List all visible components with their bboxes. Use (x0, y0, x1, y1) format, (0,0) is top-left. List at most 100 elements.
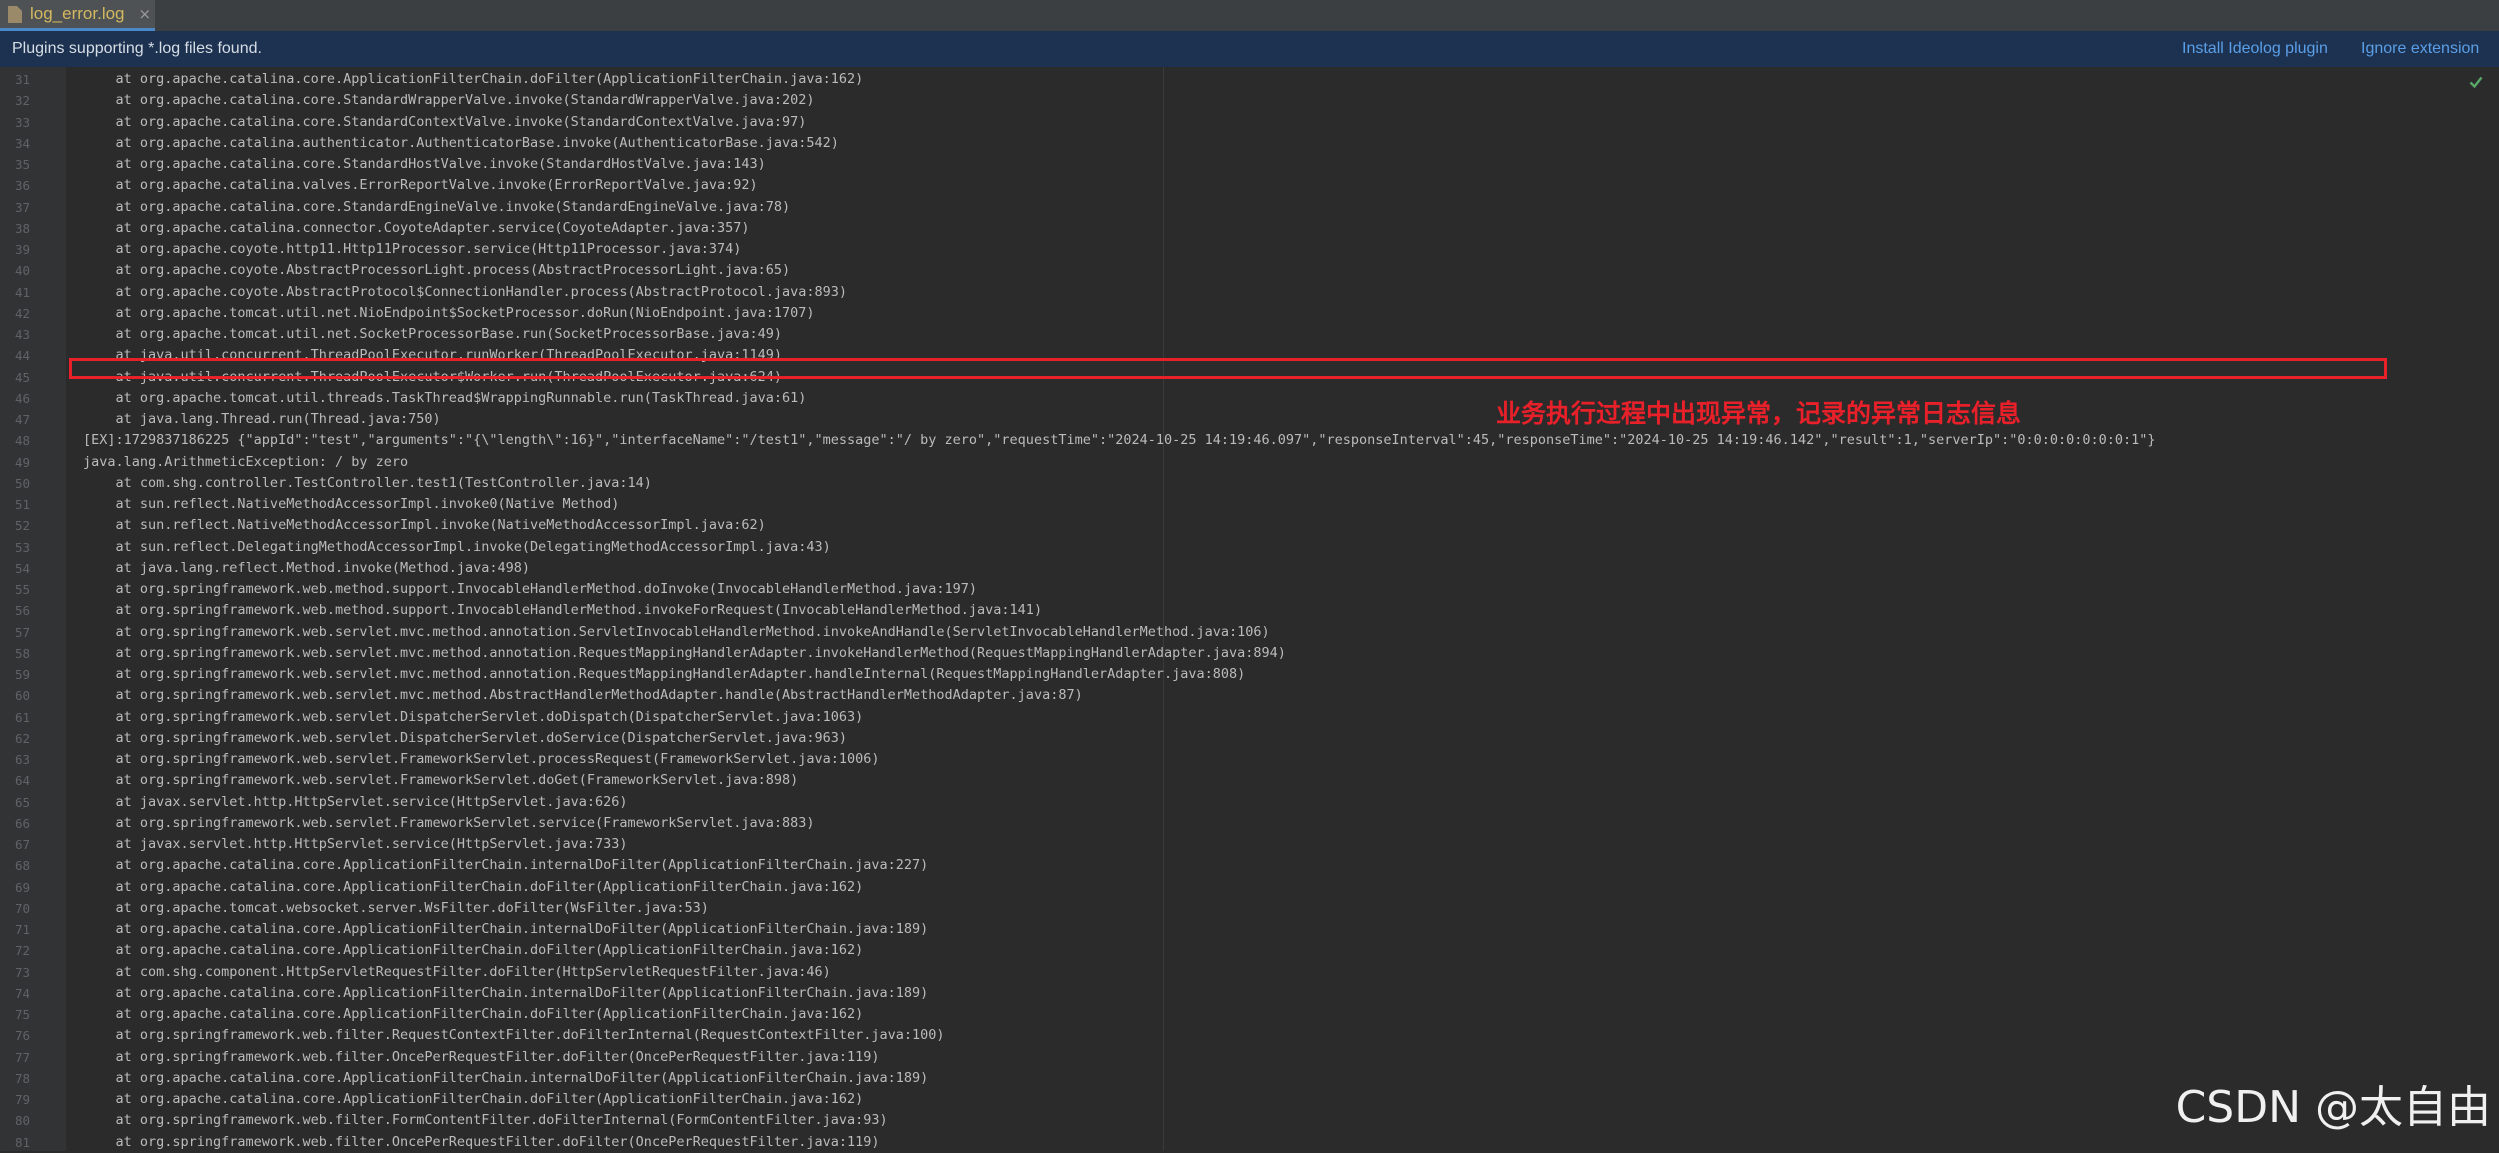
line-text: at sun.reflect.NativeMethodAccessorImpl.… (83, 496, 620, 512)
line-text: at org.springframework.web.method.suppor… (83, 581, 978, 597)
tab-log-error[interactable]: log_error.log × (0, 0, 155, 31)
log-line: 56 at org.springframework.web.method.sup… (0, 600, 2440, 621)
vertical-scrollbar[interactable] (2487, 67, 2499, 1151)
log-line: 48 [EX]:1729837186225 {"appId":"test","ar… (0, 430, 2440, 451)
log-line: 70 at org.apache.tomcat.websocket.server… (0, 898, 2440, 919)
log-line: 54 at java.lang.reflect.Method.invoke(Me… (0, 558, 2440, 579)
line-number: 78 (14, 1070, 30, 1086)
line-number: 77 (14, 1049, 30, 1065)
log-line: 34 at org.apache.catalina.authenticator.… (0, 133, 2440, 154)
line-number: 81 (14, 1134, 30, 1150)
line-text: at org.springframework.web.servlet.Dispa… (83, 729, 848, 746)
log-line: 75 at org.apache.catalina.core.Applicati… (0, 1004, 2440, 1025)
line-text: at com.shg.component.HttpServletRequestF… (83, 963, 831, 980)
line-text: at org.springframework.web.filter.Reques… (83, 1027, 945, 1044)
log-line: 58 at org.springframework.web.servlet.mv… (0, 643, 2440, 664)
log-line: 51 at sun.reflect.NativeMethodAccessorIm… (0, 494, 2440, 515)
line-number: 41 (14, 284, 30, 300)
log-line: 49 java.lang.ArithmeticException: / by ze… (0, 452, 2440, 473)
ignore-extension-link[interactable]: Ignore extension (2361, 40, 2479, 58)
log-line: 42 at org.apache.tomcat.util.net.NioEndp… (0, 303, 2440, 324)
line-number: 56 (14, 603, 30, 619)
line-text: at org.apache.catalina.core.ApplicationF… (83, 857, 929, 874)
line-text: at javax.servlet.http.HttpServlet.servic… (83, 836, 628, 852)
line-number: 76 (14, 1028, 30, 1044)
line-number: 55 (14, 582, 30, 597)
log-line: 63 at org.springframework.web.servlet.Fr… (0, 749, 2440, 770)
line-text: at org.springframework.web.filter.OncePe… (83, 1048, 880, 1065)
line-number: 51 (14, 497, 30, 512)
log-line: 41 at org.apache.coyote.AbstractProtocol… (0, 282, 2440, 303)
log-line: 79 at org.apache.catalina.core.Applicati… (0, 1089, 2440, 1110)
log-line: 36 at org.apache.catalina.valves.ErrorRe… (0, 175, 2440, 196)
plugin-notification-bar: Plugins supporting *.log files found. In… (0, 31, 2499, 68)
install-ideolog-link[interactable]: Install Ideolog plugin (2182, 40, 2328, 58)
log-line: 52 at sun.reflect.NativeMethodAccessorIm… (0, 515, 2440, 536)
close-icon[interactable]: × (139, 5, 152, 23)
log-line: 73 at com.shg.component.HttpServletReque… (0, 962, 2440, 983)
line-number: 70 (14, 900, 30, 916)
line-text: at org.apache.catalina.core.StandardCont… (83, 113, 807, 130)
log-line: 68 at org.apache.catalina.core.Applicati… (0, 855, 2440, 876)
line-number: 37 (14, 199, 30, 215)
line-text: at org.apache.catalina.core.ApplicationF… (83, 1069, 929, 1086)
log-line: 78 at org.apache.catalina.core.Applicati… (0, 1068, 2440, 1089)
line-text: at org.springframework.web.filter.OncePe… (83, 1133, 880, 1150)
line-number: 65 (14, 794, 30, 810)
line-text: at org.apache.tomcat.websocket.server.Ws… (83, 899, 709, 916)
line-number: 58 (14, 645, 30, 661)
line-number: 43 (14, 327, 30, 342)
line-text: at sun.reflect.NativeMethodAccessorImpl.… (83, 517, 766, 534)
line-text: at org.apache.catalina.core.ApplicationF… (83, 942, 864, 959)
line-text: at org.apache.tomcat.util.net.NioEndpoin… (83, 304, 815, 321)
log-editor[interactable]: 31 at org.apache.catalina.core.Applicati… (0, 67, 2499, 1151)
line-text: at org.apache.catalina.core.ApplicationF… (83, 71, 864, 87)
log-line: 77 at org.springframework.web.filter.Onc… (0, 1047, 2440, 1068)
line-number: 62 (14, 730, 30, 746)
line-text: [EX]:1729837186225 {"appId":"test","argu… (83, 432, 2156, 449)
line-number: 59 (14, 667, 30, 682)
line-text: at org.apache.catalina.valves.ErrorRepor… (83, 177, 758, 194)
line-number: 45 (14, 369, 30, 385)
line-number: 54 (14, 560, 30, 576)
editor-tab-bar: log_error.log × (0, 0, 2499, 32)
line-text: at org.apache.catalina.connector.CoyoteA… (83, 219, 750, 236)
line-text: at org.apache.catalina.core.ApplicationF… (83, 984, 929, 1001)
line-number: 32 (14, 93, 30, 109)
line-text: at com.shg.controller.TestController.tes… (83, 474, 652, 491)
line-number: 61 (14, 709, 30, 725)
line-text: at org.apache.coyote.http11.Http11Proces… (83, 241, 742, 257)
line-number: 31 (14, 72, 30, 87)
line-text: at org.apache.catalina.core.StandardHost… (83, 156, 766, 172)
line-number: 80 (14, 1113, 30, 1129)
line-text: at org.springframework.web.method.suppor… (83, 602, 1043, 619)
log-line: 43 at org.apache.tomcat.util.net.SocketP… (0, 324, 2440, 345)
line-text: at org.apache.coyote.AbstractProtocol$Co… (83, 283, 848, 300)
log-line: 57 at org.springframework.web.servlet.mv… (0, 622, 2440, 643)
log-line: 35 at org.apache.catalina.core.StandardH… (0, 154, 2440, 175)
line-text: at org.apache.catalina.core.StandardWrap… (83, 92, 815, 109)
log-line: 46 at org.apache.tomcat.util.threads.Tas… (0, 388, 2440, 409)
log-line: 64 at org.springframework.web.servlet.Fr… (0, 770, 2440, 791)
line-number: 52 (14, 518, 30, 534)
log-line: 81 at org.springframework.web.filter.Onc… (0, 1132, 2440, 1153)
line-number: 50 (14, 475, 30, 491)
line-number: 67 (14, 837, 30, 852)
line-number: 68 (14, 858, 30, 874)
line-text: at org.apache.catalina.core.ApplicationF… (83, 1091, 864, 1107)
line-number: 53 (14, 539, 30, 555)
line-text: at java.lang.Thread.run(Thread.java:750) (83, 411, 441, 427)
line-number: 46 (14, 390, 30, 406)
log-file-icon (8, 5, 22, 23)
log-line: 60 at org.springframework.web.servlet.mv… (0, 685, 2440, 706)
line-number: 33 (14, 114, 30, 130)
line-text: at java.lang.reflect.Method.invoke(Metho… (83, 559, 531, 576)
line-number: 40 (14, 263, 30, 279)
line-number: 34 (14, 135, 30, 151)
log-line: 76 at org.springframework.web.filter.Req… (0, 1025, 2440, 1046)
log-line: 80 at org.springframework.web.filter.For… (0, 1110, 2440, 1131)
check-icon (2469, 76, 2483, 89)
line-number: 79 (14, 1092, 30, 1107)
line-number: 69 (14, 879, 30, 895)
watermark: CSDN @太自由 (2175, 1082, 2491, 1133)
